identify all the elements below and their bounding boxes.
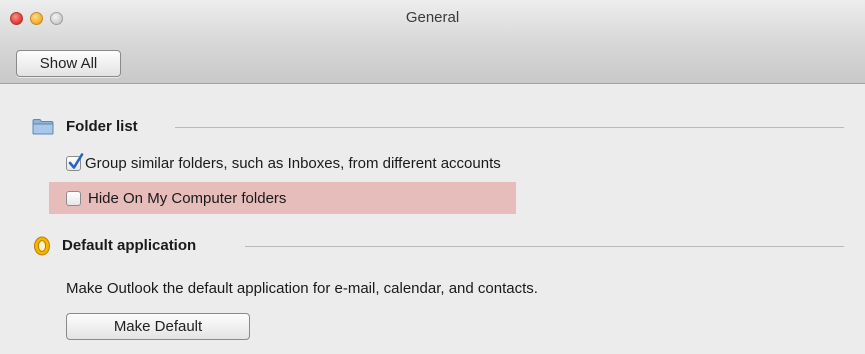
group-similar-folders-checkbox[interactable] (66, 153, 84, 171)
title-bar: General Show All (0, 0, 865, 84)
group-similar-folders-label: Group similar folders, such as Inboxes, … (85, 155, 501, 172)
hide-on-my-computer-label: Hide On My Computer folders (88, 190, 287, 207)
default-application-description: Make Outlook the default application for… (66, 280, 538, 297)
hide-on-my-computer-checkbox[interactable] (66, 191, 81, 206)
outlook-icon (33, 236, 51, 261)
folder-icon (32, 118, 54, 140)
checkmark-icon (68, 153, 84, 175)
show-all-button[interactable]: Show All (16, 50, 121, 77)
preferences-window: General Show All Folder list Group simil… (0, 0, 865, 354)
folder-list-divider (175, 127, 844, 128)
default-application-title: Default application (62, 237, 197, 254)
make-default-button[interactable]: Make Default (66, 313, 250, 340)
default-application-divider (245, 246, 844, 247)
folder-list-title: Folder list (66, 118, 138, 135)
window-title: General (405, 9, 460, 26)
